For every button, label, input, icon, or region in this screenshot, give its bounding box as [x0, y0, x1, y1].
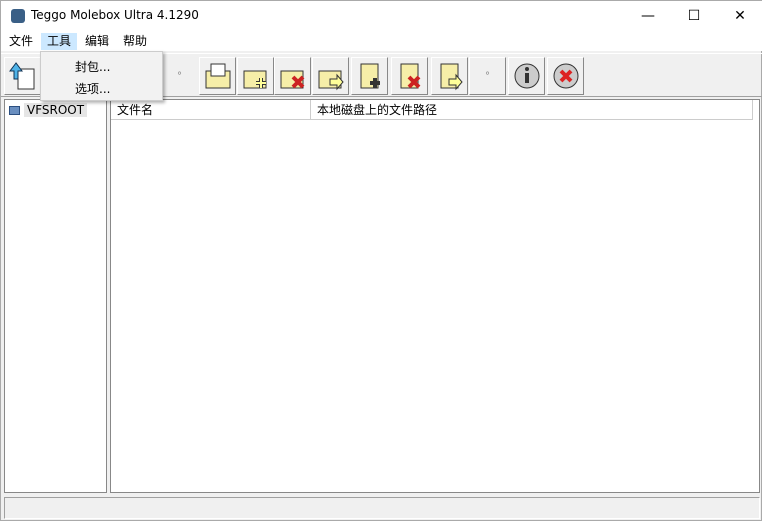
add-file-button[interactable] [351, 57, 388, 95]
info-button[interactable] [508, 57, 545, 95]
app-icon [11, 9, 25, 23]
file-list[interactable]: 文件名 本地磁盘上的文件路径 [110, 99, 760, 493]
menu-item-package[interactable]: 封包... [75, 58, 110, 75]
file-remove-icon [400, 63, 420, 89]
exit-button[interactable] [547, 57, 584, 95]
status-bar [4, 497, 760, 519]
add-folder-button[interactable] [237, 57, 274, 95]
menu-edit[interactable]: 编辑 [79, 33, 115, 50]
column-header-path[interactable]: 本地磁盘上的文件路径 [311, 100, 753, 120]
maximize-button[interactable]: ☐ [671, 1, 717, 31]
menu-tools[interactable]: 工具 [41, 33, 78, 50]
window-title: Teggo Molebox Ultra 4.1290 [31, 8, 199, 22]
toolbar-separator: ° [161, 57, 198, 95]
title-bar: Teggo Molebox Ultra 4.1290 — ☐ ✕ [1, 1, 762, 31]
remove-file-button[interactable] [391, 57, 428, 95]
new-project-button[interactable] [4, 57, 41, 95]
menu-help[interactable]: 帮助 [117, 33, 153, 50]
folder-tree[interactable]: VFSROOT [4, 99, 107, 493]
info-icon [514, 63, 539, 89]
file-add-icon [360, 63, 380, 89]
new-project-icon [8, 62, 34, 90]
folder-remove-icon [280, 70, 304, 89]
tree-label: VFSROOT [24, 103, 88, 117]
export-folder-button[interactable] [312, 57, 349, 95]
tree-item-vfsroot[interactable]: VFSROOT [9, 103, 88, 117]
exit-icon [553, 63, 578, 89]
export-file-button[interactable] [431, 57, 468, 95]
menu-file[interactable]: 文件 [3, 33, 39, 50]
folder-add-icon [243, 70, 266, 89]
blank-button[interactable]: ° [469, 57, 506, 95]
file-export-icon [440, 63, 463, 91]
folder-icon [205, 63, 230, 89]
menu-item-options[interactable]: 选项... [75, 80, 110, 97]
close-button[interactable]: ✕ [717, 1, 762, 31]
folder-icon [9, 105, 20, 115]
remove-folder-button[interactable] [274, 57, 311, 95]
column-header-filename[interactable]: 文件名 [111, 100, 311, 120]
folder-export-icon [318, 70, 344, 91]
menu-bar: 文件 工具 编辑 帮助 [1, 31, 762, 51]
tools-dropdown: 封包... 选项... [40, 51, 163, 101]
minimize-button[interactable]: — [625, 1, 671, 31]
open-folder-button[interactable] [199, 57, 236, 95]
